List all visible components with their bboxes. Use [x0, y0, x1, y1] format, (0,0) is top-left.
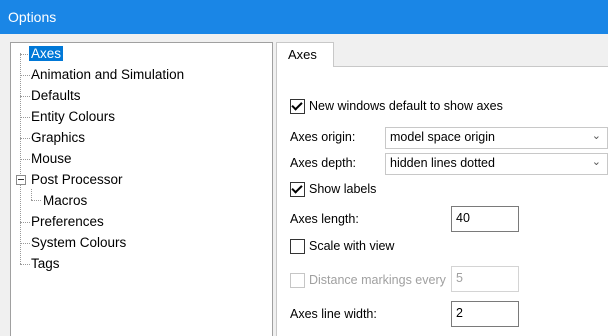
axes-line-width-value: 2 — [456, 306, 463, 320]
axes-origin-select[interactable]: model space origin ⌄ — [385, 127, 608, 149]
axes-length-input[interactable]: 40 — [451, 206, 519, 232]
tree-item-animation-and-simulation[interactable]: Animation and Simulation — [29, 66, 186, 84]
tree-item-entity-colours[interactable]: Entity Colours — [29, 108, 117, 126]
checkmark-icon — [291, 182, 303, 194]
minus-box-icon[interactable] — [16, 175, 26, 185]
scale-with-view-label: Scale with view — [309, 239, 395, 253]
tree-item-graphics[interactable]: Graphics — [29, 129, 87, 147]
axes-depth-select[interactable]: hidden lines dotted ⌄ — [385, 153, 608, 175]
axes-length-value: 40 — [456, 211, 470, 225]
tree-item-tags[interactable]: Tags — [29, 255, 62, 273]
tree-item-label: Post Processor — [31, 172, 123, 187]
tree-item-label: Graphics — [31, 130, 86, 145]
distance-markings-label: Distance markings every — [309, 273, 446, 287]
axes-settings-panel: New windows default to show axes Axes or… — [276, 66, 608, 336]
window-title: Options — [8, 9, 57, 25]
tree-item-mouse[interactable]: Mouse — [29, 150, 74, 168]
axes-depth-value: hidden lines dotted — [390, 156, 495, 170]
axes-origin-value: model space origin — [390, 130, 495, 144]
distance-markings-input[interactable]: 5 — [451, 266, 519, 292]
tree-item-label: Macros — [43, 193, 88, 208]
chevron-down-icon: ⌄ — [591, 130, 601, 142]
tree-item-label: Preferences — [31, 214, 104, 229]
options-tree[interactable]: Axes Animation and Simulation Defaults E… — [10, 42, 273, 336]
distance-markings-checkbox[interactable] — [290, 273, 305, 288]
distance-markings-value: 5 — [456, 271, 463, 285]
tree-branch — [31, 200, 41, 201]
tree-item-label: System Colours — [31, 235, 127, 250]
new-windows-show-axes-label: New windows default to show axes — [309, 99, 503, 113]
axes-depth-label: Axes depth: — [290, 156, 357, 170]
tree-item-label: Defaults — [31, 88, 81, 103]
axes-line-width-label: Axes line width: — [290, 307, 377, 321]
tree-item-preferences[interactable]: Preferences — [29, 213, 106, 231]
chevron-down-icon: ⌄ — [591, 156, 601, 168]
axes-length-label: Axes length: — [290, 212, 359, 226]
tree-item-label: Animation and Simulation — [31, 67, 185, 82]
tree-item-axes[interactable]: Axes — [29, 45, 64, 63]
show-labels-checkbox[interactable] — [290, 182, 305, 197]
axes-origin-label: Axes origin: — [290, 130, 356, 144]
tree-item-label: Entity Colours — [31, 109, 116, 124]
show-labels-label: Show labels — [309, 182, 377, 196]
tree-item-label: Axes — [29, 46, 64, 61]
scale-with-view-checkbox[interactable] — [290, 239, 305, 254]
tree-item-system-colours[interactable]: System Colours — [29, 234, 128, 252]
tree-item-defaults[interactable]: Defaults — [29, 87, 83, 105]
title-bar: Options — [0, 0, 608, 34]
tree-guide-line — [31, 189, 32, 200]
tree-item-label: Tags — [31, 256, 60, 271]
tree-item-macros[interactable]: Macros — [41, 192, 89, 210]
axes-line-width-input[interactable]: 2 — [451, 301, 519, 327]
tree-item-post-processor[interactable]: Post Processor — [29, 171, 125, 189]
tree-item-label: Mouse — [31, 151, 72, 166]
tab-axes[interactable]: Axes — [276, 42, 334, 67]
checkmark-icon — [291, 99, 303, 111]
tab-label: Axes — [288, 47, 317, 62]
new-windows-show-axes-checkbox[interactable] — [290, 99, 305, 114]
